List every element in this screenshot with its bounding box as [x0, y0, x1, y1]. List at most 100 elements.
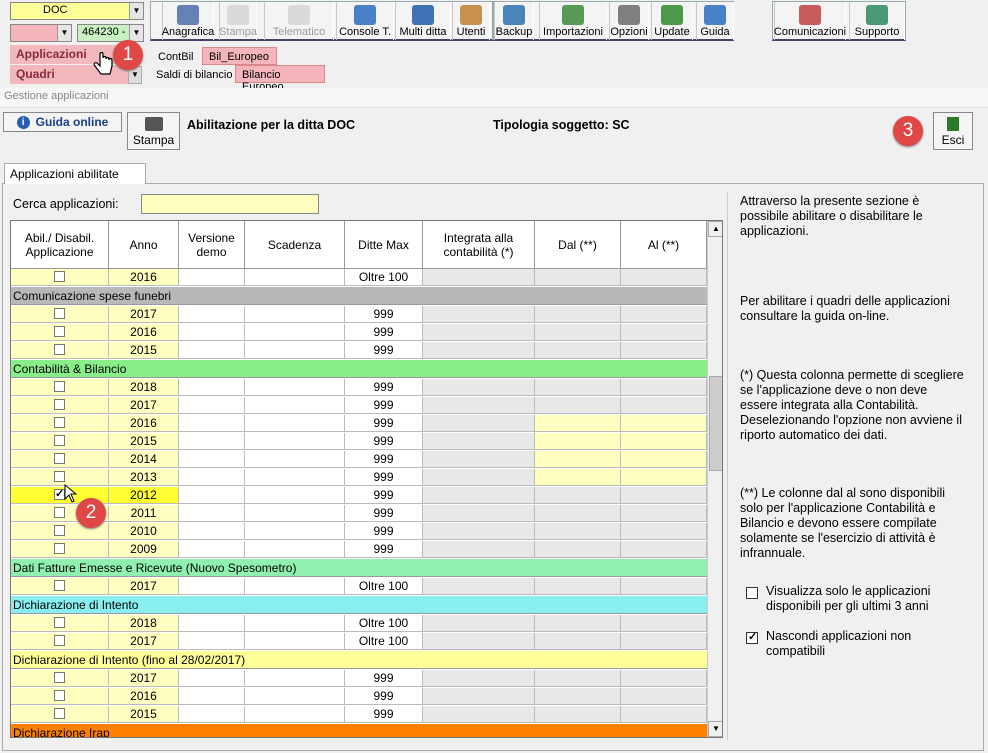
- chevron-down-icon[interactable]: ▼: [129, 25, 143, 41]
- toolbar-button-console-t[interactable]: Console T.: [336, 2, 394, 40]
- enable-cell[interactable]: [11, 397, 109, 414]
- toolbar-button-backup[interactable]: Backup: [494, 2, 534, 40]
- code-combo[interactable]: 464230 - ▼: [77, 24, 144, 42]
- enable-checkbox[interactable]: [54, 435, 65, 446]
- table-row[interactable]: 2016 Oltre 100: [11, 269, 707, 286]
- table-row[interactable]: 2015 999: [11, 342, 707, 359]
- checkbox-last-3-years[interactable]: [746, 587, 758, 599]
- tab-saldi-bilancio[interactable]: Saldi di bilancio: [150, 66, 239, 84]
- table-row[interactable]: 2011 999: [11, 505, 707, 522]
- scroll-thumb[interactable]: [709, 376, 722, 471]
- enable-cell[interactable]: [11, 306, 109, 323]
- enable-checkbox[interactable]: [54, 453, 65, 464]
- enable-cell[interactable]: [11, 633, 109, 650]
- table-row[interactable]: 2017 999: [11, 670, 707, 687]
- table-row[interactable]: 2015 999: [11, 433, 707, 450]
- table-row[interactable]: 2009 999: [11, 541, 707, 558]
- table-row[interactable]: 2018 999: [11, 379, 707, 396]
- toolbar-button-importazioni[interactable]: Importazioni: [539, 2, 607, 40]
- table-row[interactable]: 2012 999: [11, 486, 707, 504]
- vertical-scrollbar[interactable]: ▲ ▼: [707, 221, 722, 737]
- enable-cell[interactable]: [11, 706, 109, 723]
- table-row[interactable]: 2017 999: [11, 306, 707, 323]
- enable-checkbox[interactable]: [54, 617, 65, 628]
- toolbar-button-stampa[interactable]: Stampa: [219, 2, 257, 40]
- toolbar-button-anagrafica[interactable]: Anagrafica: [162, 2, 214, 40]
- enable-checkbox[interactable]: [54, 271, 65, 282]
- enable-checkbox[interactable]: [54, 417, 65, 428]
- column-header[interactable]: Versione demo: [179, 221, 245, 269]
- enable-cell[interactable]: [11, 469, 109, 486]
- print-button[interactable]: Stampa: [127, 112, 180, 150]
- chevron-down-icon[interactable]: ▼: [129, 3, 143, 19]
- toolbar-button-telematico[interactable]: Telematico: [264, 2, 334, 40]
- enable-cell[interactable]: [11, 615, 109, 632]
- scroll-up-icon[interactable]: ▲: [708, 221, 722, 237]
- column-header[interactable]: Anno: [109, 221, 179, 269]
- table-row[interactable]: 2017 Oltre 100: [11, 633, 707, 650]
- menu-quadri[interactable]: Quadri: [10, 65, 138, 84]
- tab-bil-europeo[interactable]: Bil_Europeo: [202, 47, 277, 65]
- toolbar-button-multi-ditta[interactable]: Multi ditta: [395, 2, 451, 40]
- exit-button[interactable]: Esci: [933, 112, 973, 150]
- enable-cell[interactable]: [11, 688, 109, 705]
- option-last-3-years[interactable]: Visualizza solo le applicazioni disponib…: [746, 584, 966, 614]
- chevron-down-icon[interactable]: ▼: [57, 25, 71, 41]
- table-row[interactable]: 2017 Oltre 100: [11, 578, 707, 595]
- enable-cell[interactable]: [11, 379, 109, 396]
- status-combo[interactable]: ▼: [10, 24, 72, 42]
- table-row[interactable]: 2010 999: [11, 523, 707, 540]
- enable-checkbox[interactable]: [54, 326, 65, 337]
- enable-cell[interactable]: [11, 578, 109, 595]
- toolbar-button-supporto[interactable]: Supporto: [849, 2, 905, 40]
- enable-checkbox[interactable]: [54, 399, 65, 410]
- table-row[interactable]: 2016 999: [11, 688, 707, 705]
- enable-cell[interactable]: [11, 451, 109, 468]
- toolbar-button-comunicazioni[interactable]: Comunicazioni: [774, 2, 846, 40]
- enable-checkbox[interactable]: [54, 543, 65, 554]
- checkbox-hide-incompatible[interactable]: [746, 630, 758, 645]
- table-row[interactable]: 2017 999: [11, 397, 707, 414]
- enable-checkbox[interactable]: [54, 708, 65, 719]
- enable-checkbox[interactable]: [54, 690, 65, 701]
- enable-cell[interactable]: [11, 433, 109, 450]
- enable-checkbox[interactable]: [54, 381, 65, 392]
- toolbar-button-guida[interactable]: Guida: [696, 2, 734, 40]
- toolbar-button-utenti[interactable]: Utenti: [452, 2, 490, 40]
- column-header[interactable]: Dal (**): [535, 221, 621, 269]
- enable-checkbox[interactable]: [54, 672, 65, 683]
- column-header[interactable]: Ditte Max: [345, 221, 423, 269]
- table-row[interactable]: 2016 999: [11, 415, 707, 432]
- table-row[interactable]: 2016 999: [11, 324, 707, 341]
- toolbar-button-opzioni[interactable]: Opzioni: [609, 2, 649, 40]
- enable-checkbox[interactable]: [54, 308, 65, 319]
- enable-checkbox[interactable]: [54, 507, 65, 518]
- column-header[interactable]: Abil./ Disabil. Applicazione: [11, 221, 109, 269]
- enable-checkbox[interactable]: [54, 635, 65, 646]
- column-header[interactable]: Integrata alla contabilità (*): [423, 221, 535, 269]
- enable-checkbox[interactable]: [54, 525, 65, 536]
- enable-cell[interactable]: [11, 342, 109, 359]
- enable-cell[interactable]: [11, 541, 109, 558]
- tab-contbil[interactable]: ContBil: [152, 48, 200, 66]
- column-header[interactable]: Al (**): [621, 221, 707, 269]
- table-row[interactable]: 2013 999: [11, 469, 707, 486]
- table-row[interactable]: 2018 Oltre 100: [11, 615, 707, 632]
- enable-cell[interactable]: [11, 269, 109, 286]
- company-combo[interactable]: DOC ▼: [10, 2, 144, 20]
- option-hide-incompatible[interactable]: Nascondi applicazioni non compatibili: [746, 629, 966, 659]
- tab-bilancio-europeo[interactable]: Bilancio Europeo: [235, 65, 325, 93]
- scroll-down-icon[interactable]: ▼: [708, 721, 722, 737]
- enable-checkbox[interactable]: [54, 580, 65, 591]
- enable-cell[interactable]: [11, 670, 109, 687]
- tab-enabled-applications[interactable]: Applicazioni abilitate: [4, 163, 146, 184]
- column-header[interactable]: Scadenza: [245, 221, 345, 269]
- online-guide-button[interactable]: i Guida online: [3, 112, 122, 132]
- table-row[interactable]: 2014 999: [11, 451, 707, 468]
- enable-checkbox[interactable]: [54, 344, 65, 355]
- enable-cell[interactable]: [11, 415, 109, 432]
- enable-checkbox[interactable]: [54, 471, 65, 482]
- toolbar-button-update[interactable]: Update: [651, 2, 693, 40]
- table-row[interactable]: 2015 999: [11, 706, 707, 723]
- search-input[interactable]: [141, 194, 319, 214]
